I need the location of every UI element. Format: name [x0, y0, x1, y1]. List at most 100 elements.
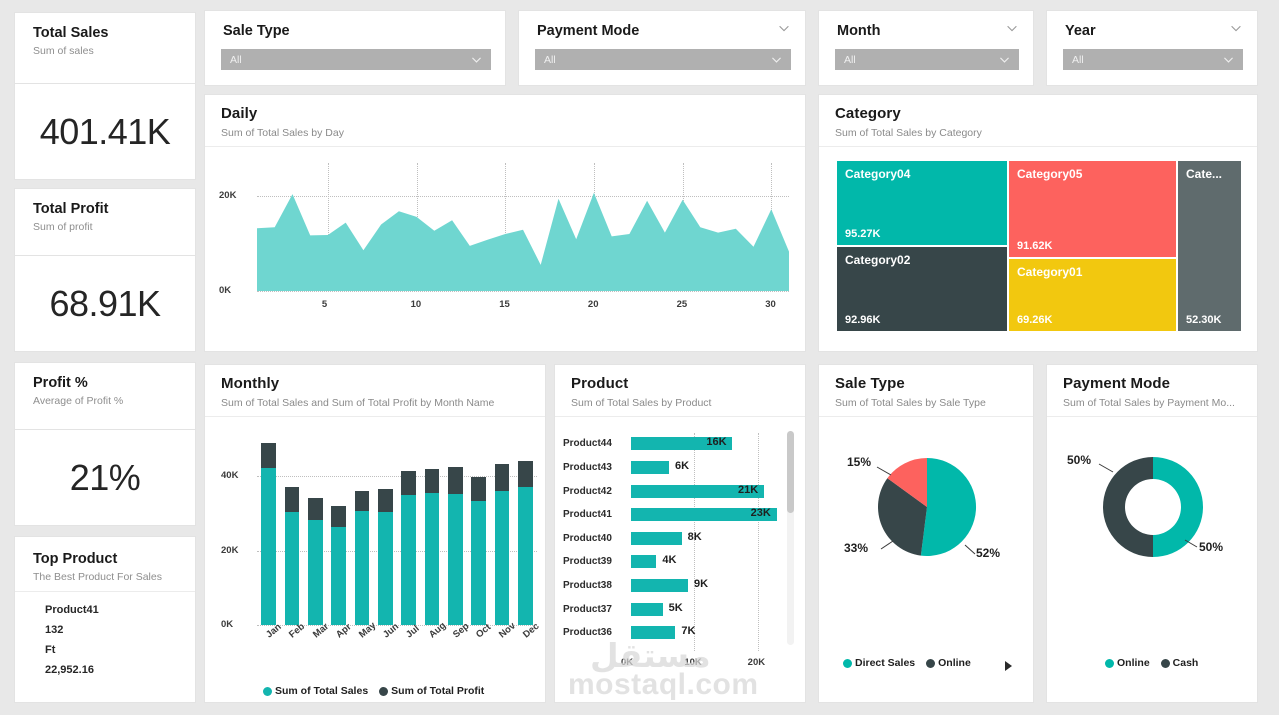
- table-row[interactable]: [425, 439, 439, 625]
- table-row[interactable]: [355, 439, 369, 625]
- bar-segment-profit[interactable]: [308, 498, 322, 521]
- chart-subtitle: Sum of Total Sales by Sale Type: [835, 397, 1019, 411]
- bar-value-label: 23K: [751, 507, 771, 519]
- bar-segment-sales[interactable]: [378, 512, 392, 625]
- table-row[interactable]: [631, 603, 663, 616]
- bar-category-label: Product40: [563, 533, 612, 544]
- chart-legend[interactable]: Sum of Total Sales Sum of Total Profit: [263, 685, 491, 697]
- table-row[interactable]: [331, 439, 345, 625]
- treemap-tile[interactable]: Category0495.27K: [837, 161, 1007, 245]
- chart-legend[interactable]: Online Cash: [1105, 657, 1205, 669]
- chart-legend[interactable]: Direct Sales Online: [843, 657, 978, 669]
- category-treemap[interactable]: Category0495.27KCategory0292.96KCategory…: [837, 161, 1241, 331]
- slicer-title: Year: [1047, 11, 1257, 39]
- bar-segment-sales[interactable]: [495, 491, 509, 625]
- pie-series[interactable]: [819, 427, 1035, 607]
- chart-card-daily: Daily Sum of Total Sales by Day 0K20K510…: [204, 94, 806, 352]
- bar-segment-sales[interactable]: [308, 520, 322, 625]
- slicer-card-payment-mode[interactable]: Payment Mode All: [518, 10, 806, 86]
- table-row[interactable]: [495, 439, 509, 625]
- bar-segment-sales[interactable]: [471, 501, 485, 625]
- legend-item[interactable]: Sum of Total Profit: [379, 685, 484, 697]
- bar-segment-profit[interactable]: [471, 477, 485, 501]
- slicer-dropdown-year[interactable]: All: [1063, 49, 1243, 70]
- bar-segment-sales[interactable]: [285, 512, 299, 625]
- treemap-tile[interactable]: Category0591.62K: [1009, 161, 1176, 257]
- bar-segment-sales[interactable]: [261, 468, 275, 625]
- chart-title: Daily: [221, 105, 791, 124]
- table-row[interactable]: [471, 439, 485, 625]
- table-row[interactable]: [518, 439, 532, 625]
- payment-mode-donut-plot[interactable]: 50%50%OnlineCash: [1047, 427, 1259, 704]
- sale-type-pie-plot[interactable]: 52%33%15%Direct SalesOnline: [819, 427, 1035, 704]
- bar-segment-profit[interactable]: [425, 469, 439, 492]
- treemap-tile-label: Cate...: [1186, 167, 1222, 181]
- donut-slice[interactable]: [1153, 457, 1203, 557]
- chevron-down-icon[interactable]: [1005, 21, 1019, 35]
- table-row[interactable]: [261, 439, 275, 625]
- list-item: Product41: [15, 600, 195, 620]
- chevron-down-icon[interactable]: [777, 21, 791, 35]
- bar-segment-sales[interactable]: [518, 487, 532, 625]
- slicer-dropdown-month[interactable]: All: [835, 49, 1019, 70]
- bar-segment-profit[interactable]: [285, 487, 299, 512]
- product-bar-plot[interactable]: 0K10K20KProduct4416KProduct436KProduct42…: [555, 427, 807, 704]
- table-row[interactable]: [631, 461, 669, 474]
- kpi-value-panel-profit-percent: 21%: [14, 430, 196, 526]
- table-row[interactable]: [285, 439, 299, 625]
- legend-label: Sum of Total Profit: [391, 685, 484, 697]
- chevron-down-icon[interactable]: [470, 53, 483, 66]
- table-row[interactable]: [401, 439, 415, 625]
- donut-slice[interactable]: [1103, 457, 1153, 557]
- bar-segment-sales[interactable]: [448, 494, 462, 625]
- legend-item[interactable]: Direct Sales: [843, 657, 915, 669]
- pie-slice[interactable]: [921, 458, 976, 556]
- chart-title: Category: [835, 105, 1243, 124]
- bar-segment-profit[interactable]: [495, 464, 509, 491]
- legend-item[interactable]: Sum of Total Sales: [263, 685, 368, 697]
- bar-segment-profit[interactable]: [448, 467, 462, 494]
- bar-category-label: Product43: [563, 462, 612, 473]
- treemap-tile[interactable]: Cate...52.30K: [1178, 161, 1241, 331]
- chevron-down-icon[interactable]: [1229, 21, 1243, 35]
- slicer-card-year[interactable]: Year All: [1046, 10, 1258, 86]
- monthly-stacked-bar-plot[interactable]: 0K20K40KJanFebMarAprMayJunJulAugSepOctNo…: [205, 427, 547, 704]
- table-row[interactable]: [378, 439, 392, 625]
- slicer-card-sale-type[interactable]: Sale Type All: [204, 10, 506, 86]
- bar-segment-sales[interactable]: [425, 493, 439, 625]
- legend-item[interactable]: Online: [926, 657, 971, 669]
- slicer-card-month[interactable]: Month All: [818, 10, 1034, 86]
- legend-label: Cash: [1173, 657, 1199, 669]
- bar-segment-sales[interactable]: [331, 527, 345, 625]
- bar-segment-profit[interactable]: [518, 461, 532, 486]
- bar-segment-profit[interactable]: [401, 471, 415, 496]
- table-row[interactable]: [448, 439, 462, 625]
- daily-area-plot[interactable]: 0K20K51015202530: [205, 155, 807, 351]
- legend-item[interactable]: Online: [1105, 657, 1150, 669]
- bar-segment-profit[interactable]: [378, 489, 392, 512]
- table-row[interactable]: [631, 555, 656, 568]
- table-row[interactable]: [631, 579, 688, 592]
- chart-subtitle: Sum of Total Sales by Day: [221, 127, 791, 141]
- bar-value-label: 5K: [669, 602, 683, 614]
- scrollbar-thumb[interactable]: [787, 431, 794, 513]
- treemap-tile[interactable]: Category0292.96K: [837, 247, 1007, 331]
- chevron-down-icon[interactable]: [998, 53, 1011, 66]
- table-row[interactable]: [308, 439, 322, 625]
- table-row[interactable]: [631, 532, 682, 545]
- bar-segment-sales[interactable]: [401, 495, 415, 625]
- treemap-tile[interactable]: Category0169.26K: [1009, 259, 1176, 331]
- table-row[interactable]: [631, 626, 675, 639]
- bar-segment-profit[interactable]: [261, 443, 275, 468]
- kpi-title: Total Profit: [33, 201, 195, 217]
- bar-segment-sales[interactable]: [355, 511, 369, 625]
- legend-next-arrow-icon[interactable]: [1005, 661, 1012, 671]
- legend-item[interactable]: Cash: [1161, 657, 1199, 669]
- bar-segment-profit[interactable]: [331, 506, 345, 528]
- chevron-down-icon[interactable]: [1222, 53, 1235, 66]
- slicer-dropdown-sale-type[interactable]: All: [221, 49, 491, 70]
- chevron-down-icon[interactable]: [770, 53, 783, 66]
- bar-segment-profit[interactable]: [355, 491, 369, 510]
- divider: [555, 416, 805, 417]
- slicer-dropdown-payment-mode[interactable]: All: [535, 49, 791, 70]
